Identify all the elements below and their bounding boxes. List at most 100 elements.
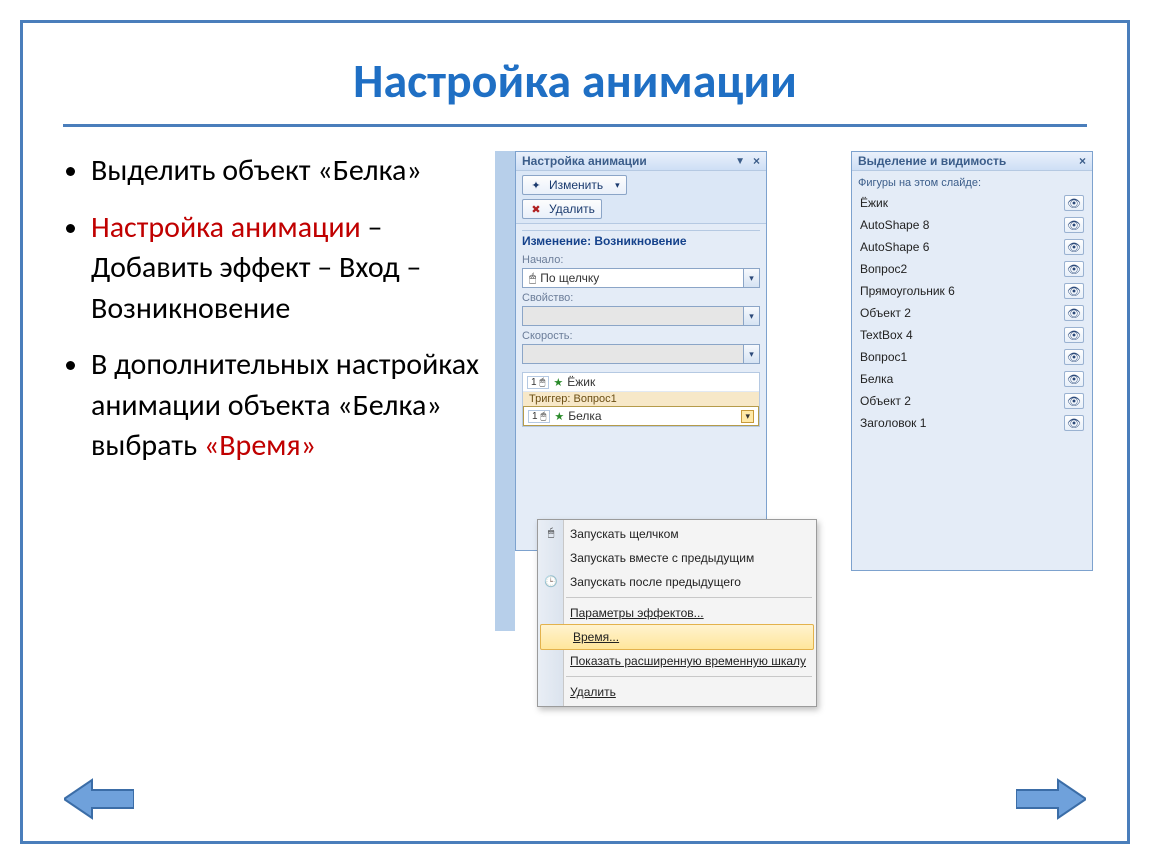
bullet-1: Выделить объект «Белка»: [91, 151, 501, 192]
next-slide-button[interactable]: [1015, 775, 1087, 823]
visibility-row[interactable]: TextBox 4 👁: [858, 325, 1086, 345]
trigger-bar: Триггер: Вопрос1: [523, 392, 759, 406]
change-button-label: Изменить: [549, 178, 603, 192]
title-divider: [63, 124, 1087, 127]
visibility-pane-title: Выделение и видимость: [858, 154, 1006, 168]
content-row: Выделить объект «Белка» Настройка анимац…: [23, 151, 1127, 711]
visibility-row[interactable]: Вопрос2 👁: [858, 259, 1086, 279]
ctx-show-advanced-timeline[interactable]: Показать расширенную временную шкалу: [538, 649, 816, 673]
chevron-down-icon: ▾: [615, 180, 620, 191]
eye-toggle-icon[interactable]: 👁: [1064, 261, 1084, 277]
visibility-row-label: Ёжик: [860, 196, 888, 210]
visibility-row[interactable]: Прямоугольник 6 👁: [858, 281, 1086, 301]
visibility-row-label: Прямоугольник 6: [860, 284, 955, 298]
visibility-row[interactable]: Объект 2 👁: [858, 303, 1086, 323]
chevron-down-icon: ▾: [743, 307, 759, 325]
mouse-icon: 🖱: [543, 525, 559, 541]
separator: [566, 676, 812, 677]
animation-row-selected[interactable]: 1 🖱 ★ Белка ▾: [523, 406, 759, 426]
visibility-row-label: TextBox 4: [860, 328, 913, 342]
effect-section-label: Изменение: Возникновение: [522, 230, 760, 250]
ctx-start-with-previous[interactable]: Запускать вместе с предыдущим: [538, 546, 816, 570]
delete-icon: ✖: [529, 202, 543, 216]
visibility-row[interactable]: Вопрос1👁: [858, 347, 1086, 367]
visibility-row[interactable]: Белка 👁: [858, 369, 1086, 389]
animation-list: 1 🖱 ★ Ёжик Триггер: Вопрос1 1 🖱 ★ Белка …: [522, 372, 760, 427]
animation-pane-body: Изменение: Возникновение Начало: 🖱 По ще…: [516, 224, 766, 433]
slide-title: Настройка анимации: [23, 51, 1127, 110]
eye-toggle-icon[interactable]: 👁: [1064, 217, 1084, 233]
visibility-row-label: AutoShape 6: [860, 240, 929, 254]
start-label: Начало:: [522, 254, 760, 266]
context-menu: 🖱 Запускать щелчком Запускать вместе с п…: [537, 519, 817, 707]
delete-button-label: Удалить: [549, 202, 595, 216]
visibility-row-label: AutoShape 8: [860, 218, 929, 232]
visibility-list: Ёжик👁AutoShape 8👁AutoShape 6👁Вопрос2👁Пря…: [858, 193, 1086, 433]
eye-toggle-icon[interactable]: 👁: [1064, 195, 1084, 211]
animation-pane-header: Настройка анимации ▼ ×: [516, 152, 766, 171]
property-combo: ▾: [522, 306, 760, 326]
ctx-start-after-previous[interactable]: 🕒 Запускать после предыдущего: [538, 570, 816, 594]
change-icon: ✦: [529, 178, 543, 192]
speed-label: Скорость:: [522, 330, 760, 342]
slide-frame: Настройка анимации Выделить объект «Белк…: [20, 20, 1130, 844]
visibility-pane-header: Выделение и видимость ×: [852, 152, 1092, 171]
eye-toggle-icon[interactable]: 👁: [1064, 305, 1084, 321]
visibility-pane-body: Фигуры на этом слайде: Ёжик 👁 AutoShape 8 👁…: [852, 171, 1092, 439]
close-icon[interactable]: ×: [1079, 154, 1086, 168]
eye-toggle-icon[interactable]: 👁: [1064, 349, 1084, 365]
seq-badge: 1 🖱: [528, 410, 550, 423]
start-combo[interactable]: 🖱 По щелчку ▾: [522, 268, 760, 288]
visibility-row-label: Белка: [860, 372, 893, 386]
entrance-star-icon: ★: [553, 376, 563, 389]
eye-toggle-icon[interactable]: 👁: [1064, 393, 1084, 409]
screenshot-area: Настройка анимации ▼ × ✦ Изменить ▾ ✖ Уд…: [527, 151, 1087, 711]
chevron-down-icon[interactable]: ▾: [743, 269, 759, 287]
animation-pane-title: Настройка анимации: [522, 154, 647, 168]
start-combo-value: 🖱 По щелчку: [523, 271, 743, 286]
visibility-row[interactable]: AutoShape 6 👁: [858, 237, 1086, 257]
close-icon[interactable]: ×: [753, 154, 760, 168]
bullet-2: Настройка анимации – Добавить эффект – В…: [91, 208, 501, 330]
bullet-3: В дополнительных настройках анимации объ…: [91, 345, 501, 467]
animation-row-label: Ёжик: [567, 375, 595, 389]
ctx-delete[interactable]: Удалить: [538, 680, 816, 704]
seq-badge: 1 🖱: [527, 376, 549, 389]
arrow-left-icon: [64, 776, 134, 822]
visibility-row[interactable]: Заголовок 1👁: [858, 413, 1086, 433]
speed-combo: ▾: [522, 344, 760, 364]
bullet-list: Выделить объект «Белка» Настройка анимац…: [63, 151, 501, 711]
animation-toolbar: ✦ Изменить ▾ ✖ Удалить: [516, 171, 766, 224]
separator: [566, 597, 812, 598]
ctx-start-on-click[interactable]: 🖱 Запускать щелчком: [538, 522, 816, 546]
entrance-star-icon: ★: [554, 410, 564, 423]
ctx-timing[interactable]: Время...: [540, 624, 814, 650]
visibility-subtitle: Фигуры на этом слайде:: [858, 175, 1086, 193]
visibility-row-label: Объект 2: [860, 394, 911, 408]
property-label: Свойство:: [522, 292, 760, 304]
eye-toggle-icon[interactable]: 👁: [1064, 371, 1084, 387]
animation-row-label: Белка: [568, 409, 601, 423]
selection-visibility-pane: Выделение и видимость × Фигуры на этом с…: [851, 151, 1093, 571]
visibility-row[interactable]: Объект 2 👁: [858, 391, 1086, 411]
eye-toggle-icon[interactable]: 👁: [1064, 327, 1084, 343]
visibility-row[interactable]: Ёжик 👁: [858, 193, 1086, 213]
arrow-right-icon: [1016, 776, 1086, 822]
app-blue-strip: [495, 151, 515, 631]
delete-effect-button[interactable]: ✖ Удалить: [522, 199, 602, 219]
clock-icon: 🕒: [543, 573, 559, 589]
prev-slide-button[interactable]: [63, 775, 135, 823]
mouse-icon: 🖱: [529, 271, 536, 286]
eye-toggle-icon[interactable]: 👁: [1064, 239, 1084, 255]
animation-row[interactable]: 1 🖱 ★ Ёжик: [523, 373, 759, 392]
bullet-2-red: Настройка анимации: [91, 209, 361, 246]
change-effect-button[interactable]: ✦ Изменить ▾: [522, 175, 627, 195]
visibility-row[interactable]: AutoShape 8 👁: [858, 215, 1086, 235]
pane-menu-icon[interactable]: ▼: [735, 156, 745, 167]
visibility-row-label: Вопрос2: [860, 262, 907, 276]
visibility-row-label: Объект 2: [860, 306, 911, 320]
eye-toggle-icon[interactable]: 👁: [1064, 283, 1084, 299]
eye-toggle-icon[interactable]: 👁: [1064, 415, 1084, 431]
row-menu-button[interactable]: ▾: [741, 410, 754, 423]
ctx-effect-options[interactable]: Параметры эффектов...: [538, 601, 816, 625]
